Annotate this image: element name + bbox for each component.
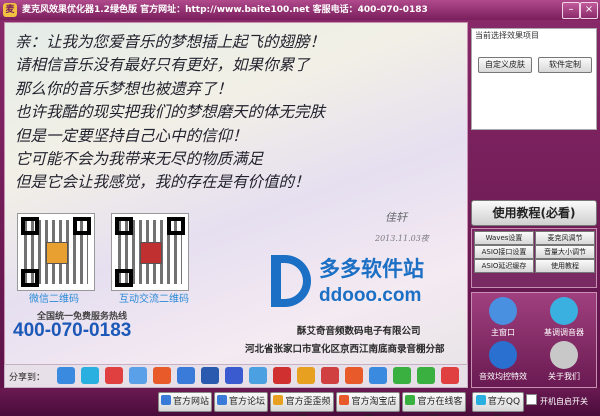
about-label: 关于我们 — [548, 372, 580, 381]
tuner-icon — [550, 297, 578, 325]
share-tieba-icon[interactable] — [225, 367, 243, 384]
main-window-icon — [489, 297, 517, 325]
waves-settings-button[interactable]: Waves设置 — [474, 231, 534, 245]
feature-icons-box: 主窗口 基调调音器 音效均控特效 关于我们 — [471, 292, 597, 388]
letter-line: 那么你的音乐梦想也被遗弃了！ — [15, 79, 233, 98]
official-forum-label: 官方论坛 — [228, 397, 265, 407]
company-address: 河北省张家口市宣化区京西江南底商录音棚分部 — [245, 344, 445, 355]
qq-icon — [475, 395, 486, 405]
share-163-icon[interactable] — [321, 367, 339, 384]
signature: 佳轩 — [385, 211, 407, 224]
app-window: 麦 麦克风效果优化器1.2绿色版 官方网址：http://www.baite10… — [0, 0, 600, 416]
asio-settings-button[interactable]: ASIO接口设置 — [474, 245, 534, 259]
official-site-label: 官方网站 — [172, 397, 209, 407]
official-yy-label: 官方歪歪频道 — [285, 397, 331, 416]
effects-button[interactable]: 音效均控特效 — [474, 341, 532, 382]
share-renren-icon[interactable] — [129, 367, 147, 384]
share-qq-icon[interactable] — [81, 367, 99, 384]
official-qq-label: 官方QQ群 — [487, 397, 521, 416]
share-douban-icon[interactable] — [345, 367, 363, 384]
asio-buffer-button[interactable]: ASIO延迟缓存 — [474, 259, 534, 273]
main-window-label: 主窗口 — [491, 328, 515, 337]
official-support-button[interactable]: 官方在线客服 — [402, 392, 466, 416]
autostart-label: 开机自启开关 — [540, 397, 588, 406]
letter-line: 但是它会让我感觉，我的存在是有价值的！ — [15, 173, 310, 192]
volume-adjust-button[interactable]: 音量大小调节 — [535, 245, 595, 259]
current-effect-title: 当前选择效果项目 — [475, 31, 539, 40]
share-sohu-icon[interactable] — [297, 367, 315, 384]
effects-label: 音效均控特效 — [479, 372, 527, 381]
tuner-label: 基调调音器 — [544, 328, 584, 337]
official-taobao-label: 官方淘宝店铺 — [351, 397, 397, 416]
share-label: 分享到： — [9, 373, 46, 383]
share-more-icon[interactable] — [441, 367, 459, 384]
share-people-icon[interactable] — [249, 367, 267, 384]
share-douban2-icon[interactable] — [393, 367, 411, 384]
share-bar: 分享到： — [4, 364, 468, 388]
watermark-en: ddooo.com — [319, 285, 422, 306]
support-icon — [405, 395, 416, 405]
minimize-icon[interactable]: – — [562, 2, 580, 19]
window-title: 麦克风效果优化器1.2绿色版 官方网址：http://www.baite100.… — [22, 5, 428, 15]
share-kaixin-icon[interactable] — [177, 367, 195, 384]
share-clover-icon[interactable] — [417, 367, 435, 384]
app-logo-icon: 麦 — [3, 3, 17, 17]
share-taobao-icon[interactable] — [153, 367, 171, 384]
about-icon — [550, 341, 578, 369]
title-bar: 麦 麦克风效果优化器1.2绿色版 官方网址：http://www.baite10… — [0, 0, 600, 20]
official-taobao-button[interactable]: 官方淘宝店铺 — [336, 392, 400, 416]
forum-icon — [216, 395, 227, 405]
software-custom-button[interactable]: 软件定制 — [538, 57, 592, 73]
watermark-logo-icon — [271, 255, 311, 307]
hotline-phone: 400-070-0183 — [13, 320, 132, 341]
web-icon — [160, 395, 171, 405]
tuner-button[interactable]: 基调调音器 — [535, 297, 593, 338]
official-site-button[interactable]: 官方网站 — [158, 392, 212, 412]
qr-wechat-label: 微信二维码 — [29, 294, 79, 305]
qr-interact-label: 互动交流二维码 — [119, 294, 189, 305]
letter-line: 但是一定要坚持自己心中的信仰！ — [15, 126, 248, 145]
official-forum-button[interactable]: 官方论坛 — [214, 392, 268, 412]
taobao-icon — [339, 395, 350, 405]
tutorial-button[interactable]: 使用教程(必看) — [471, 200, 597, 226]
main-window-button[interactable]: 主窗口 — [474, 297, 532, 338]
yy-icon — [273, 395, 284, 405]
official-qq-button[interactable]: 官方QQ群 — [472, 392, 524, 416]
share-qzone-icon[interactable] — [57, 367, 75, 384]
custom-skin-button[interactable]: 自定义皮肤 — [478, 57, 532, 73]
qr-code-interact — [111, 213, 189, 291]
official-support-label: 官方在线客服 — [417, 397, 463, 416]
official-yy-button[interactable]: 官方歪歪频道 — [270, 392, 334, 416]
skin-picture: 亲：让我为您爱音乐的梦想插上起飞的翅膀！ 请相信音乐没有最好只有更好，如果你累了… — [4, 22, 468, 370]
autostart-checkbox[interactable] — [526, 394, 537, 405]
mic-adjust-button[interactable]: 麦克风调节 — [535, 231, 595, 245]
letter-line: 也许我酷的现实把我们的梦想磨天的体无完肤 — [15, 103, 326, 122]
share-tencent-icon[interactable] — [273, 367, 291, 384]
qr-code-wechat — [17, 213, 95, 291]
letter-line: 它可能不会为我带来无尽的物质满足 — [15, 150, 264, 169]
share-baidu-icon[interactable] — [201, 367, 219, 384]
watermark-cn: 多多软件站 — [319, 257, 424, 281]
usage-tutorial-button[interactable]: 使用教程 — [535, 259, 595, 273]
share-weibo-icon[interactable] — [105, 367, 123, 384]
effects-icon — [489, 341, 517, 369]
current-effect-box: 当前选择效果项目 自定义皮肤 软件定制 — [471, 28, 597, 130]
bottom-bar: 官方网站 官方论坛 官方歪歪频道 官方淘宝店铺 官方在线客服 官方QQ群 开机自… — [0, 388, 600, 416]
handwritten-letter: 亲：让我为您爱音乐的梦想插上起飞的翅膀！ 请相信音乐没有最好只有更好，如果你累了… — [15, 31, 465, 195]
letter-line: 请相信音乐没有最好只有更好，如果你累了 — [15, 56, 310, 75]
letter-line: 亲：让我为您爱音乐的梦想插上起飞的翅膀！ — [15, 33, 326, 51]
share-msn-icon[interactable] — [369, 367, 387, 384]
tools-box: Waves设置 麦克风调节 ASIO接口设置 音量大小调节 ASIO延迟缓存 使… — [471, 228, 597, 288]
about-button[interactable]: 关于我们 — [535, 341, 593, 382]
close-icon[interactable]: × — [580, 2, 598, 19]
right-panel: 当前选择效果项目 自定义皮肤 软件定制 使用教程(必看) Waves设置 麦克风… — [471, 22, 597, 388]
watermark: 多多软件站 ddooo.com — [267, 249, 463, 325]
signature-date: 2013.11.03夜 — [375, 234, 429, 243]
company-name: 酥艾奇音频数码电子有限公司 — [297, 326, 421, 337]
